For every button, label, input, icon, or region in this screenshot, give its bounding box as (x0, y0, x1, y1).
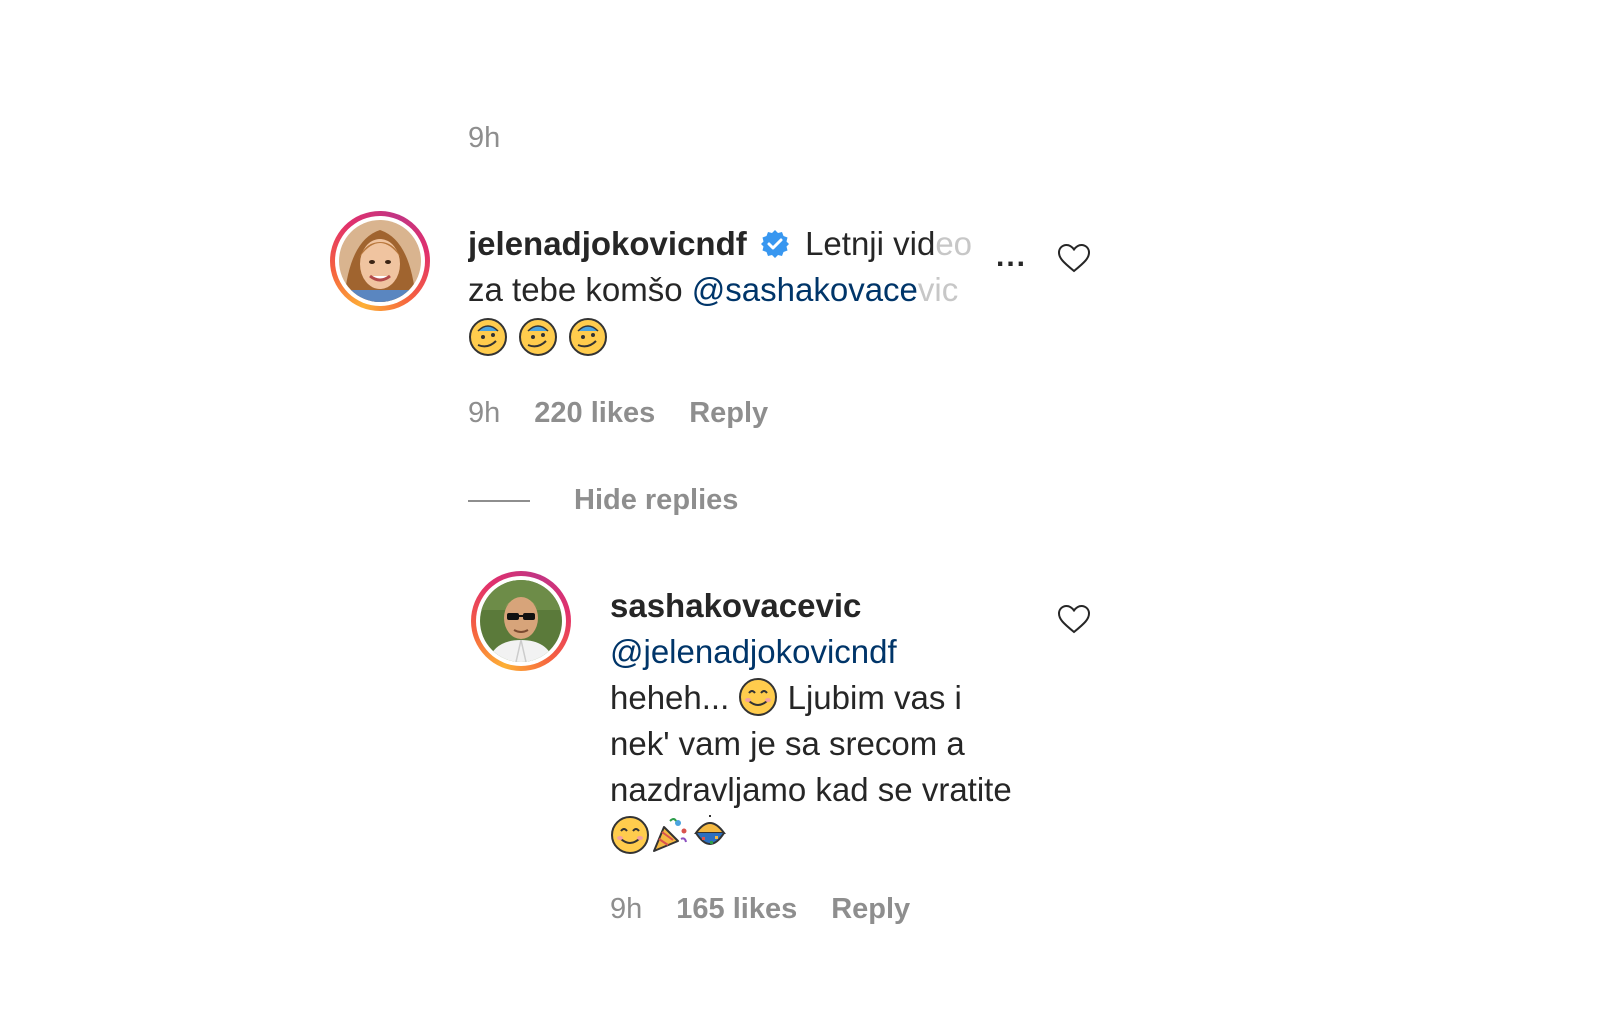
comment-time[interactable]: 9h (468, 397, 500, 430)
emoji-row (468, 317, 1008, 357)
comment-line2: za tebe komšo (468, 271, 692, 308)
verified-badge-icon (760, 230, 789, 258)
reply-likes[interactable]: 165 likes (676, 893, 797, 926)
like-heart-icon[interactable] (1057, 604, 1091, 634)
hide-replies-button[interactable]: Hide replies (468, 484, 738, 517)
comment-likes[interactable]: 220 likes (534, 397, 655, 430)
reply-mention-link[interactable]: @jelenadjokovicndf (610, 633, 897, 670)
comment-jelena: jelenadjokovicndf Letnji video za tebe k… (468, 221, 1008, 357)
avatar-sasha[interactable] (471, 571, 571, 671)
comment-meta: 9h 220 likes Reply (468, 397, 768, 430)
smiling-face-emoji (739, 678, 778, 716)
reply-sasha: sashakovacevic @jelenadjokovicndf heheh.… (610, 583, 1030, 859)
more-button[interactable]: ... (986, 240, 1028, 274)
reply-meta: 9h 165 likes Reply (610, 893, 910, 926)
smiling-face-emoji (611, 816, 649, 854)
avatar-jelena[interactable] (330, 211, 430, 311)
hide-replies-divider (468, 499, 530, 502)
comment-text-faded: eo (935, 225, 973, 262)
like-heart-icon[interactable] (1057, 243, 1091, 273)
hide-replies-label[interactable]: Hide replies (574, 484, 738, 517)
mention-link[interactable]: @sashakovace (692, 271, 918, 308)
confetti-ball-emoji (694, 815, 726, 848)
face-with-medical-mask-emoji (569, 318, 607, 356)
party-popper-emoji (653, 818, 687, 852)
reply-time[interactable]: 9h (610, 893, 642, 926)
reply-reply-button[interactable]: Reply (831, 893, 910, 926)
face-with-medical-mask-emoji (519, 318, 557, 356)
reply-button[interactable]: Reply (689, 397, 768, 430)
comment-username[interactable]: jelenadjokovicndf (468, 225, 747, 262)
mention-faded: vic (917, 271, 959, 308)
face-with-medical-mask-emoji (469, 318, 507, 356)
reply-text-part1: heheh... (610, 679, 739, 716)
comment-text-visible: Letnji vid (805, 225, 936, 262)
top-timestamp: 9h (468, 122, 501, 154)
reply-username[interactable]: sashakovacevic (610, 587, 861, 624)
